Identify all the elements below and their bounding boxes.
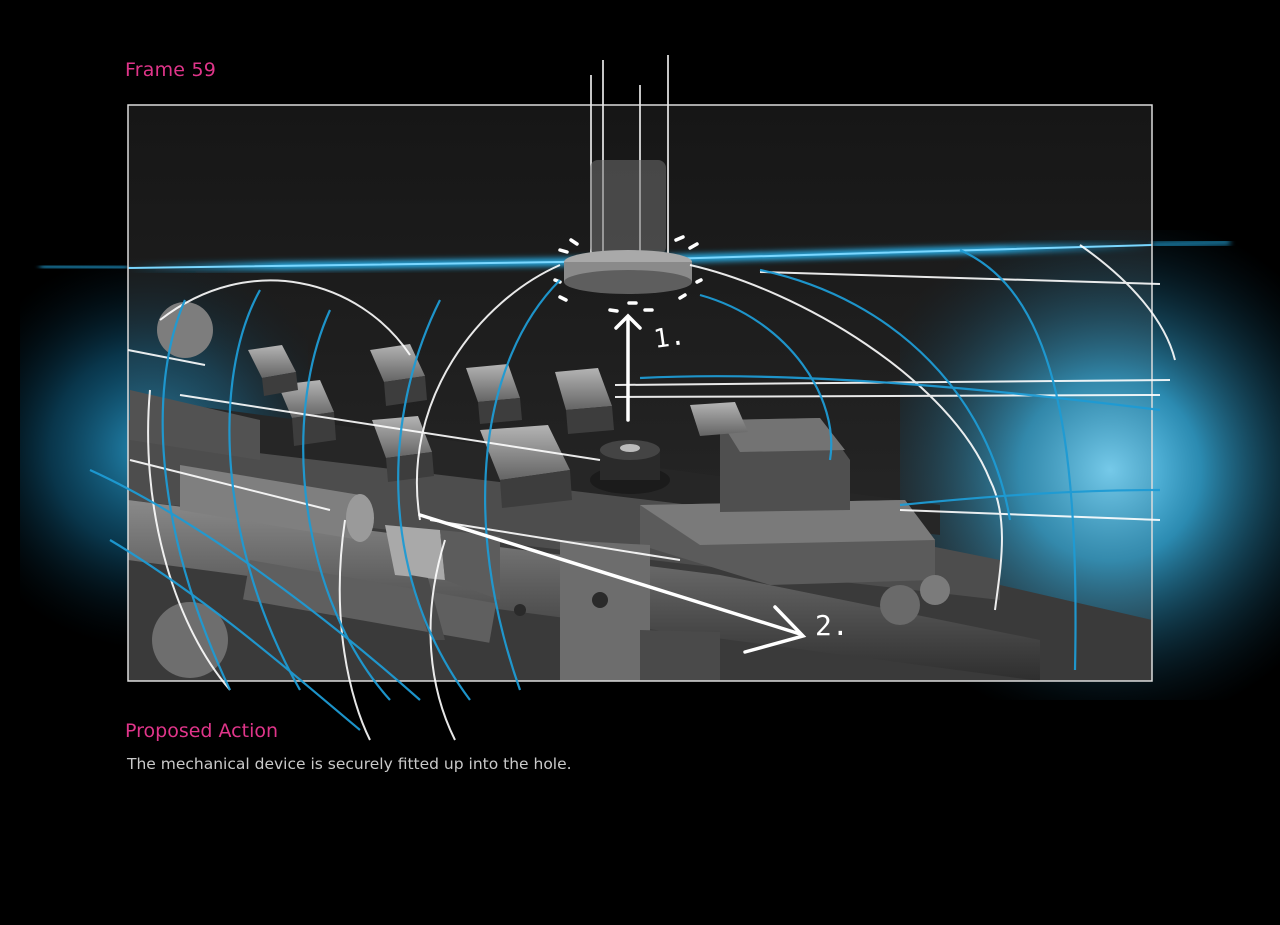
mechanical-device <box>590 440 670 494</box>
storyboard-page: Frame 59 1. 2. Proposed Action The mecha… <box>0 0 1280 925</box>
proposed-action-heading: Proposed Action <box>125 720 279 742</box>
storyboard-illustration: 1. 2. <box>20 55 1280 741</box>
step-1-label: 1. <box>652 321 687 355</box>
step-2-label: 2. <box>815 609 849 642</box>
proposed-action-description: The mechanical device is securely fitted… <box>127 755 572 773</box>
